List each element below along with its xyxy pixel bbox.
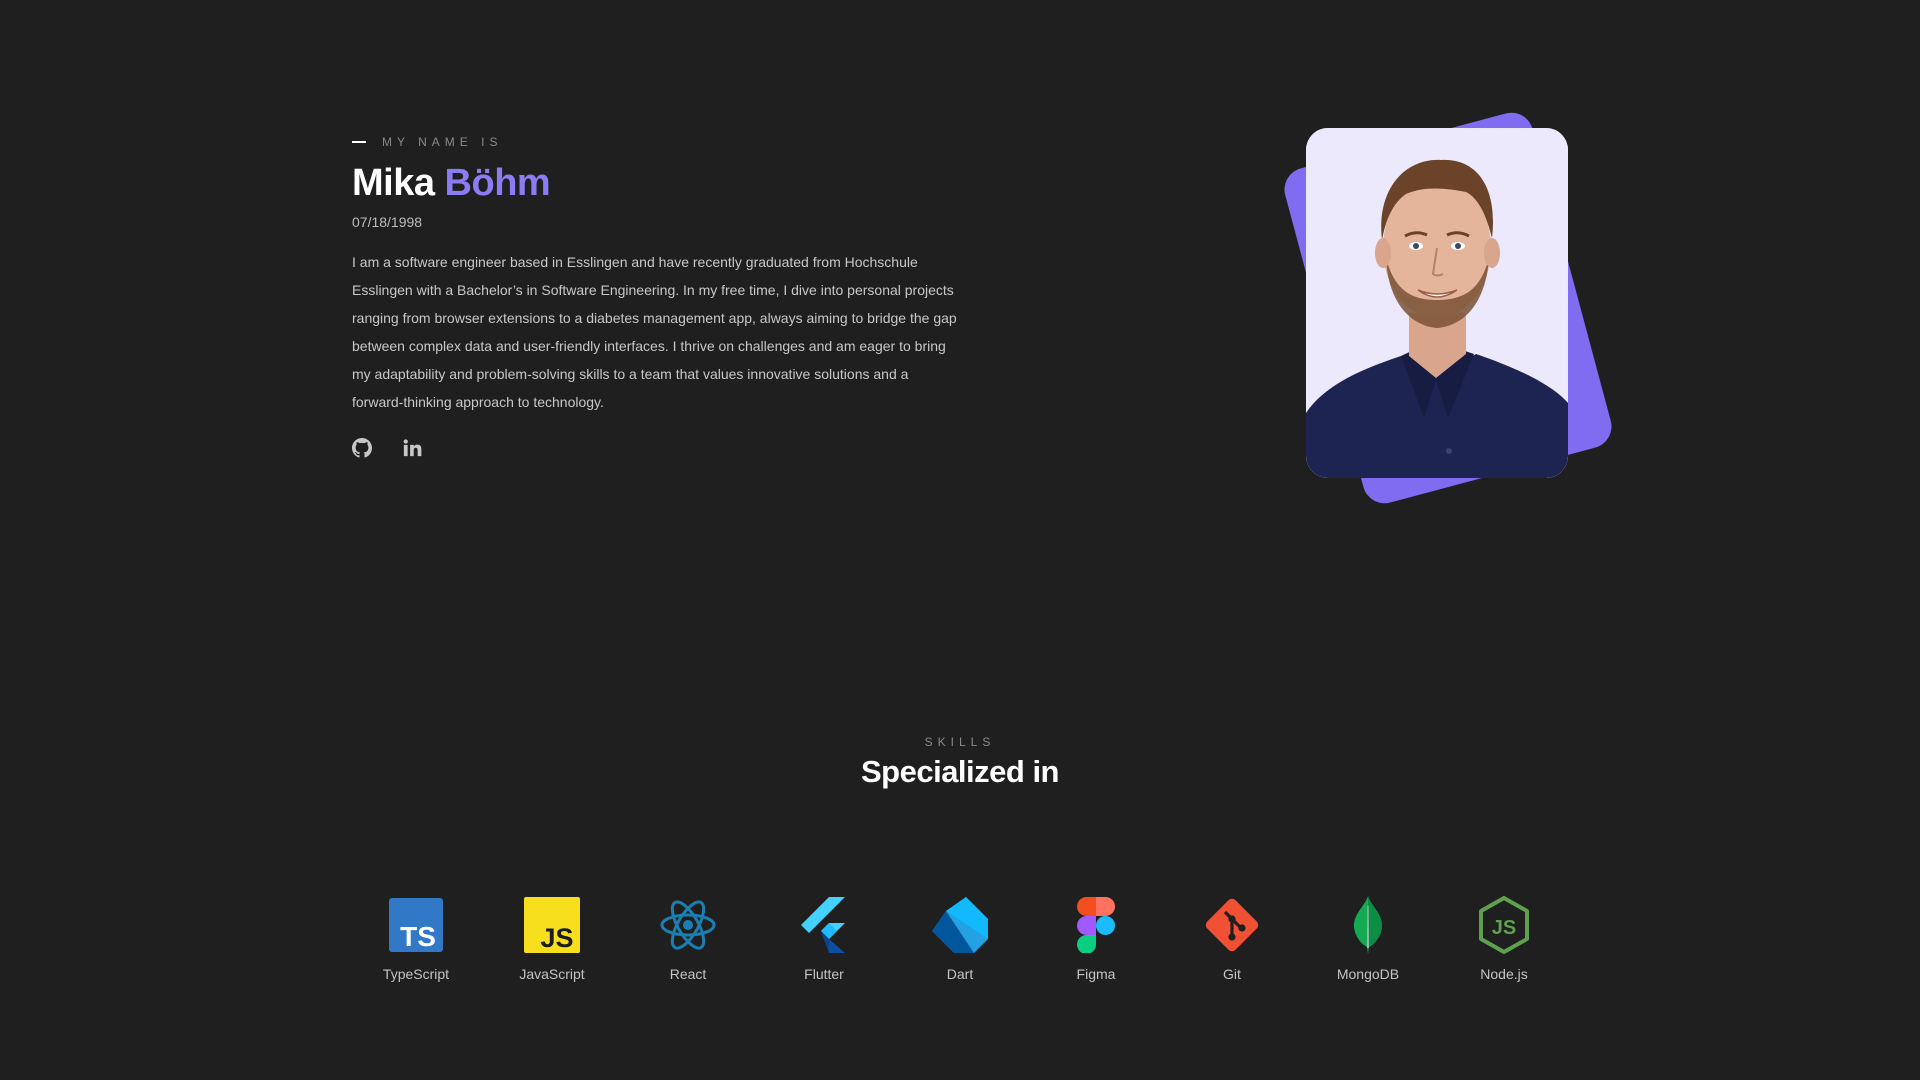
portfolio-page: MY NAME IS Mika Böhm 07/18/1998 I am a s…	[0, 0, 1920, 1080]
social-links	[352, 438, 972, 458]
eyebrow-label: MY NAME IS	[382, 135, 503, 149]
last-name: Böhm	[444, 162, 551, 204]
react-icon	[660, 900, 716, 950]
nodejs-icon: JS	[1479, 896, 1529, 954]
github-icon	[352, 438, 372, 458]
typescript-icon: TS	[389, 898, 443, 952]
person-name: Mika Böhm	[352, 158, 972, 208]
skill-item-git: Git	[1168, 896, 1296, 982]
skill-label: React	[669, 966, 707, 982]
skills-list: TS TypeScript JS JavaScript React Flutte…	[352, 896, 1568, 982]
birth-date: 07/18/1998	[352, 214, 423, 230]
skill-item-nodejs: JS Node.js	[1440, 896, 1568, 982]
figma-icon	[1077, 897, 1115, 953]
javascript-icon: JS	[524, 897, 580, 953]
skill-label: TypeScript	[382, 966, 450, 982]
git-icon	[1205, 898, 1259, 952]
skill-item-flutter: Flutter	[760, 896, 888, 982]
skills-title: Specialized in	[860, 754, 1060, 789]
skill-label: Dart	[946, 966, 974, 982]
svg-text:JS: JS	[1492, 917, 1516, 939]
skills-eyebrow: SKILLS	[924, 735, 996, 749]
skill-label: JavaScript	[519, 966, 585, 982]
hero-eyebrow: MY NAME IS	[352, 134, 972, 150]
skill-label: Flutter	[804, 966, 844, 982]
skill-label: Figma	[1076, 966, 1116, 982]
flutter-icon	[801, 897, 845, 953]
svg-text:TS: TS	[400, 921, 436, 952]
profile-photo	[1306, 128, 1568, 478]
linkedin-icon	[403, 439, 422, 457]
dart-icon	[932, 897, 988, 953]
skill-item-mongodb: MongoDB	[1304, 896, 1432, 982]
github-link[interactable]	[352, 438, 372, 458]
skill-item-javascript: JS JavaScript	[488, 896, 616, 982]
mongodb-icon	[1353, 896, 1383, 954]
skill-label: Node.js	[1480, 966, 1528, 982]
skill-item-figma: Figma	[1032, 896, 1160, 982]
skill-label: MongoDB	[1336, 966, 1400, 982]
skill-item-dart: Dart	[896, 896, 1024, 982]
bio-text: I am a software engineer based in Esslin…	[352, 254, 957, 410]
first-name: Mika	[352, 162, 435, 204]
skill-item-react: React	[624, 896, 752, 982]
skill-item-typescript: TS TypeScript	[352, 896, 480, 982]
linkedin-link[interactable]	[402, 438, 422, 458]
hero-section: MY NAME IS Mika Böhm 07/18/1998 I am a s…	[352, 134, 972, 458]
skill-label: Git	[1223, 966, 1241, 982]
portrait	[1270, 105, 1617, 509]
svg-text:JS: JS	[540, 923, 573, 953]
eyebrow-dash	[352, 141, 366, 143]
